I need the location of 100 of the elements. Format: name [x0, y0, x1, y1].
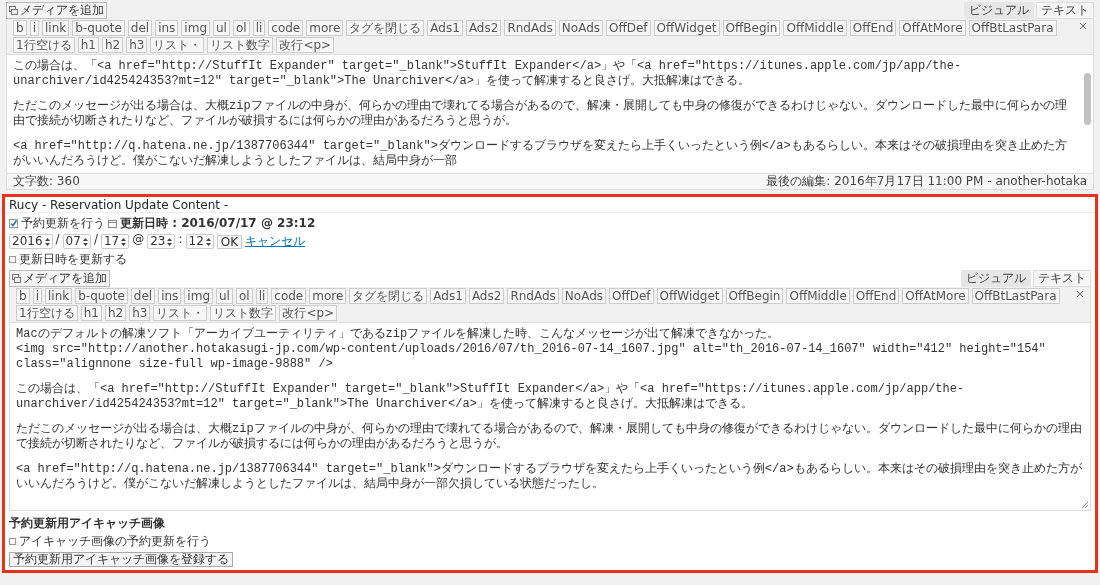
separator-text: @	[132, 231, 145, 247]
quicktag-button[interactable]: img	[184, 288, 213, 304]
stepper-icon	[44, 237, 50, 246]
quicktag-button[interactable]: b	[13, 20, 27, 36]
editor-tab[interactable]: テキスト	[1033, 270, 1091, 287]
quicktag-button[interactable]: li	[255, 288, 269, 304]
text-line: <a href="http://q.hatena.ne.jp/1387706344" target="_blank">ダウンロードするブラウザを変えたら上手くいったという例</a>もあるらしい。本来はその破損理由を突き止めた方がいいんだろうけど。僕がこないだ解凍しようとしたファイルは、結局中身が一部欠損している状態だったし。	[16, 462, 1083, 492]
last-edited-text: 最後の編集: 2016年7月17日 11:00 PM - another-hotaka	[766, 174, 1087, 189]
quicktag-button[interactable]: h3	[129, 305, 151, 321]
text-area[interactable]	[6, 54, 1094, 174]
quicktag-button[interactable]: link	[41, 20, 70, 36]
quicktag-button[interactable]: 1行空ける	[16, 305, 78, 321]
checkbox[interactable]	[9, 256, 16, 263]
quicktag-button[interactable]: リスト・	[150, 37, 205, 53]
quicktag-button[interactable]: h2	[104, 305, 127, 321]
section-heading: 予約更新用アイキャッチ画像	[9, 516, 166, 531]
quicktag-button[interactable]: del	[127, 20, 153, 36]
quicktag-button[interactable]: h2	[101, 37, 124, 53]
quicktag-button[interactable]: more	[306, 20, 344, 36]
date-select[interactable]: 07	[62, 234, 91, 249]
quicktag-button[interactable]: Ads1	[430, 288, 466, 304]
quicktag-button[interactable]: RndAds	[504, 20, 556, 36]
quicktag-button[interactable]: ins	[158, 288, 182, 304]
separator-text: /	[55, 231, 60, 247]
quicktag-button[interactable]: OffAtMore	[899, 20, 966, 36]
text-line: Macのデフォルトの解凍ソフト「アーカイブユーティリティ」であるzipファイルを解凍した時、こんなメッセージが出て解凍できなかった。	[16, 327, 781, 342]
quicktag-button[interactable]: img	[181, 20, 210, 36]
quicktag-button[interactable]: OffBegin	[722, 20, 781, 36]
quicktag-button[interactable]: b	[16, 288, 30, 304]
quicktag-button[interactable]: Ads2	[468, 288, 505, 304]
quicktag-button[interactable]: ol	[235, 288, 253, 304]
quicktag-button[interactable]: OffBtLastPara	[968, 20, 1057, 36]
media-icon	[9, 6, 18, 15]
checkbox-label: アイキャッチ画像の予約更新を行う	[19, 534, 211, 549]
checkbox-label: 更新日時を更新する	[19, 252, 127, 267]
ok-button[interactable]: OK	[216, 234, 243, 249]
quicktag-button[interactable]: OffWidget	[656, 288, 723, 304]
quicktag-button[interactable]: OffDef	[609, 288, 654, 304]
quicktag-button[interactable]: リスト数字	[207, 37, 274, 53]
checkbox[interactable]	[9, 219, 18, 228]
checkbox[interactable]	[9, 538, 16, 545]
editor-tab[interactable]: ビジュアル	[961, 270, 1031, 287]
quicktag-button[interactable]: OffMiddle	[786, 288, 850, 304]
quicktag-button[interactable]: タグを閉じる	[349, 288, 428, 304]
date-select[interactable]: 12	[185, 234, 214, 249]
text-area[interactable]	[9, 322, 1091, 511]
editor-tab[interactable]: ビジュアル	[964, 2, 1034, 19]
quicktag-button[interactable]: code	[268, 20, 304, 36]
quicktag-button[interactable]: OffEnd	[852, 288, 900, 304]
quicktag-button[interactable]: i	[29, 20, 39, 36]
quicktag-button[interactable]: ul	[213, 20, 230, 36]
quicktag-button[interactable]: OffAtMore	[902, 288, 969, 304]
quicktag-button[interactable]: 改行<p>	[279, 305, 338, 321]
add-media-button[interactable]: メディアを追加	[6, 2, 107, 19]
quicktag-button[interactable]: h1	[80, 305, 102, 321]
quicktag-button[interactable]: 1行空ける	[13, 37, 75, 53]
quicktag-button[interactable]: タグを閉じる	[346, 20, 425, 36]
quicktag-button[interactable]: link	[44, 288, 73, 304]
quicktag-button[interactable]: ins	[155, 20, 179, 36]
quicktag-button[interactable]: del	[130, 288, 156, 304]
date-select[interactable]: 17	[100, 234, 130, 249]
quicktag-button[interactable]: NoAds	[558, 20, 603, 36]
date-select[interactable]: 2016	[9, 234, 53, 249]
text-line: この場合は、「<a href="http://StuffIt Expander" target="_blank">StuffIt Expander</a>」や「<a href="https://itunes.apple.com/jp/app/the-unarchiver/id425424353?mt=12" target="_blank">The Unarchiver</a>」を使って解凍すると良さげ。大抵解凍はできる。	[13, 59, 963, 89]
quicktag-button[interactable]: Ads2	[465, 20, 502, 36]
quicktag-button[interactable]: b-quote	[72, 20, 125, 36]
quicktag-button[interactable]: code	[271, 288, 307, 304]
register-image-button[interactable]: 予約更新用アイキャッチ画像を登録する	[9, 552, 233, 567]
quicktag-button[interactable]: ol	[232, 20, 250, 36]
text-line: <img src="http://another.hotakasugi-jp.com/wp-content/uploads/2016/07/th_2016-07-14_1607.jpg" alt="th_2016-07-14_1607" width="412" height="154" class="alignnone size-full wp-image-9888" />	[16, 342, 1047, 372]
quicktag-button[interactable]: OffBtLastPara	[971, 288, 1060, 304]
quicktag-button[interactable]: OffMiddle	[783, 20, 847, 36]
quicktag-button[interactable]: RndAds	[507, 288, 559, 304]
quicktag-button[interactable]: ul	[216, 288, 233, 304]
stepper-icon	[82, 237, 88, 246]
quicktag-button[interactable]: b-quote	[75, 288, 128, 304]
quicktag-button[interactable]: リスト・	[153, 305, 208, 321]
date-select[interactable]: 23	[147, 234, 176, 249]
quicktag-button[interactable]: li	[252, 20, 266, 36]
cancel-link[interactable]: キャンセル	[245, 234, 306, 249]
add-media-button[interactable]: メディアを追加	[9, 270, 110, 287]
quicktag-button[interactable]: Ads1	[427, 20, 463, 36]
quicktag-button[interactable]: 改行<p>	[276, 37, 335, 53]
stepper-icon	[167, 237, 173, 246]
resize-handle-icon[interactable]	[1081, 501, 1089, 509]
quicktag-button[interactable]: NoAds	[561, 288, 606, 304]
quicktag-button[interactable]: h1	[77, 37, 99, 53]
separator-text: :	[178, 231, 183, 247]
panel-title: Rucy - Reservation Update Content -	[9, 196, 229, 214]
quicktag-button[interactable]: h3	[126, 37, 148, 53]
quicktag-button[interactable]: OffEnd	[849, 20, 897, 36]
quicktag-button[interactable]: OffDef	[606, 20, 651, 36]
quicktag-button[interactable]: OffBegin	[725, 288, 784, 304]
separator-text: /	[93, 231, 98, 247]
quicktag-button[interactable]: リスト数字	[210, 305, 277, 321]
stepper-icon	[205, 237, 211, 246]
quicktag-button[interactable]: more	[309, 288, 347, 304]
quicktag-button[interactable]: OffWidget	[653, 20, 720, 36]
quicktag-button[interactable]: i	[32, 288, 42, 304]
editor-tab[interactable]: テキスト	[1036, 2, 1094, 19]
